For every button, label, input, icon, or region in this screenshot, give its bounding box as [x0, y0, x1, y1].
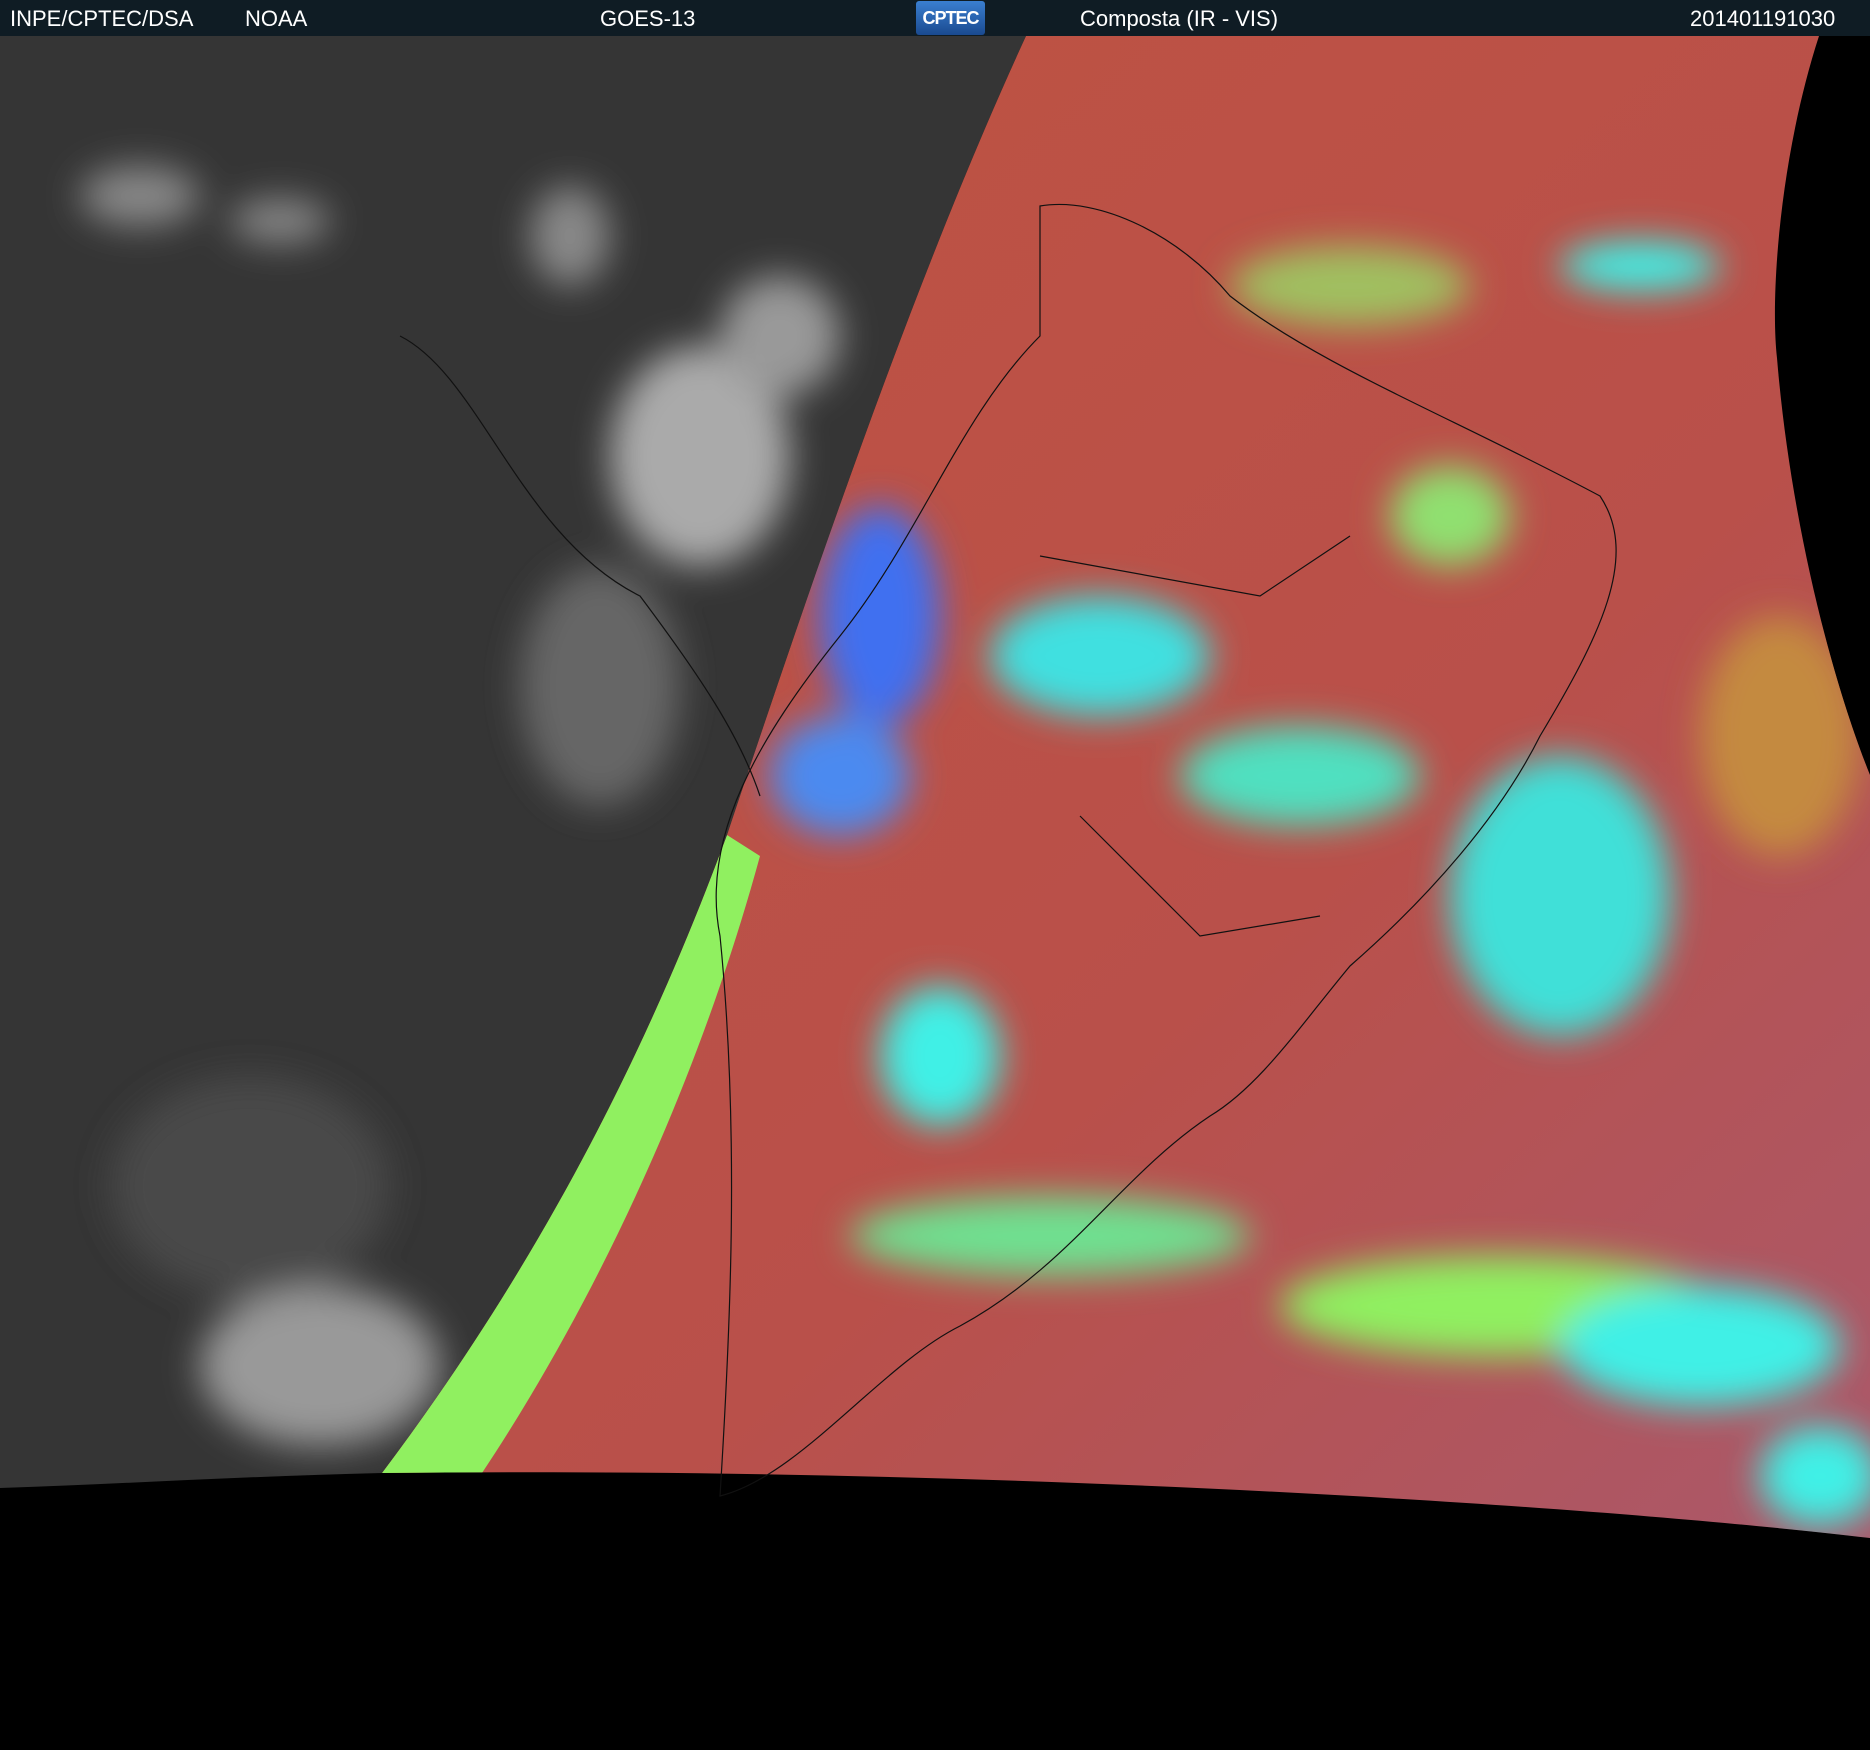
source-label: NOAA: [245, 6, 308, 31]
satellite-composite-map: [0, 36, 1870, 1538]
agency-label: INPE/CPTEC/DSA: [10, 6, 194, 31]
satellite-image-viewer: INPE/CPTEC/DSA NOAA GOES-13 CPTEC Compos…: [0, 0, 1870, 1750]
timestamp-label: 201401191030: [1690, 6, 1836, 31]
satellite-label: GOES-13: [600, 6, 696, 31]
product-label: Composta (IR - VIS): [1080, 6, 1279, 31]
header-bar: INPE/CPTEC/DSA NOAA GOES-13 CPTEC Compos…: [0, 0, 1870, 36]
cptec-logo: CPTEC: [916, 1, 985, 35]
